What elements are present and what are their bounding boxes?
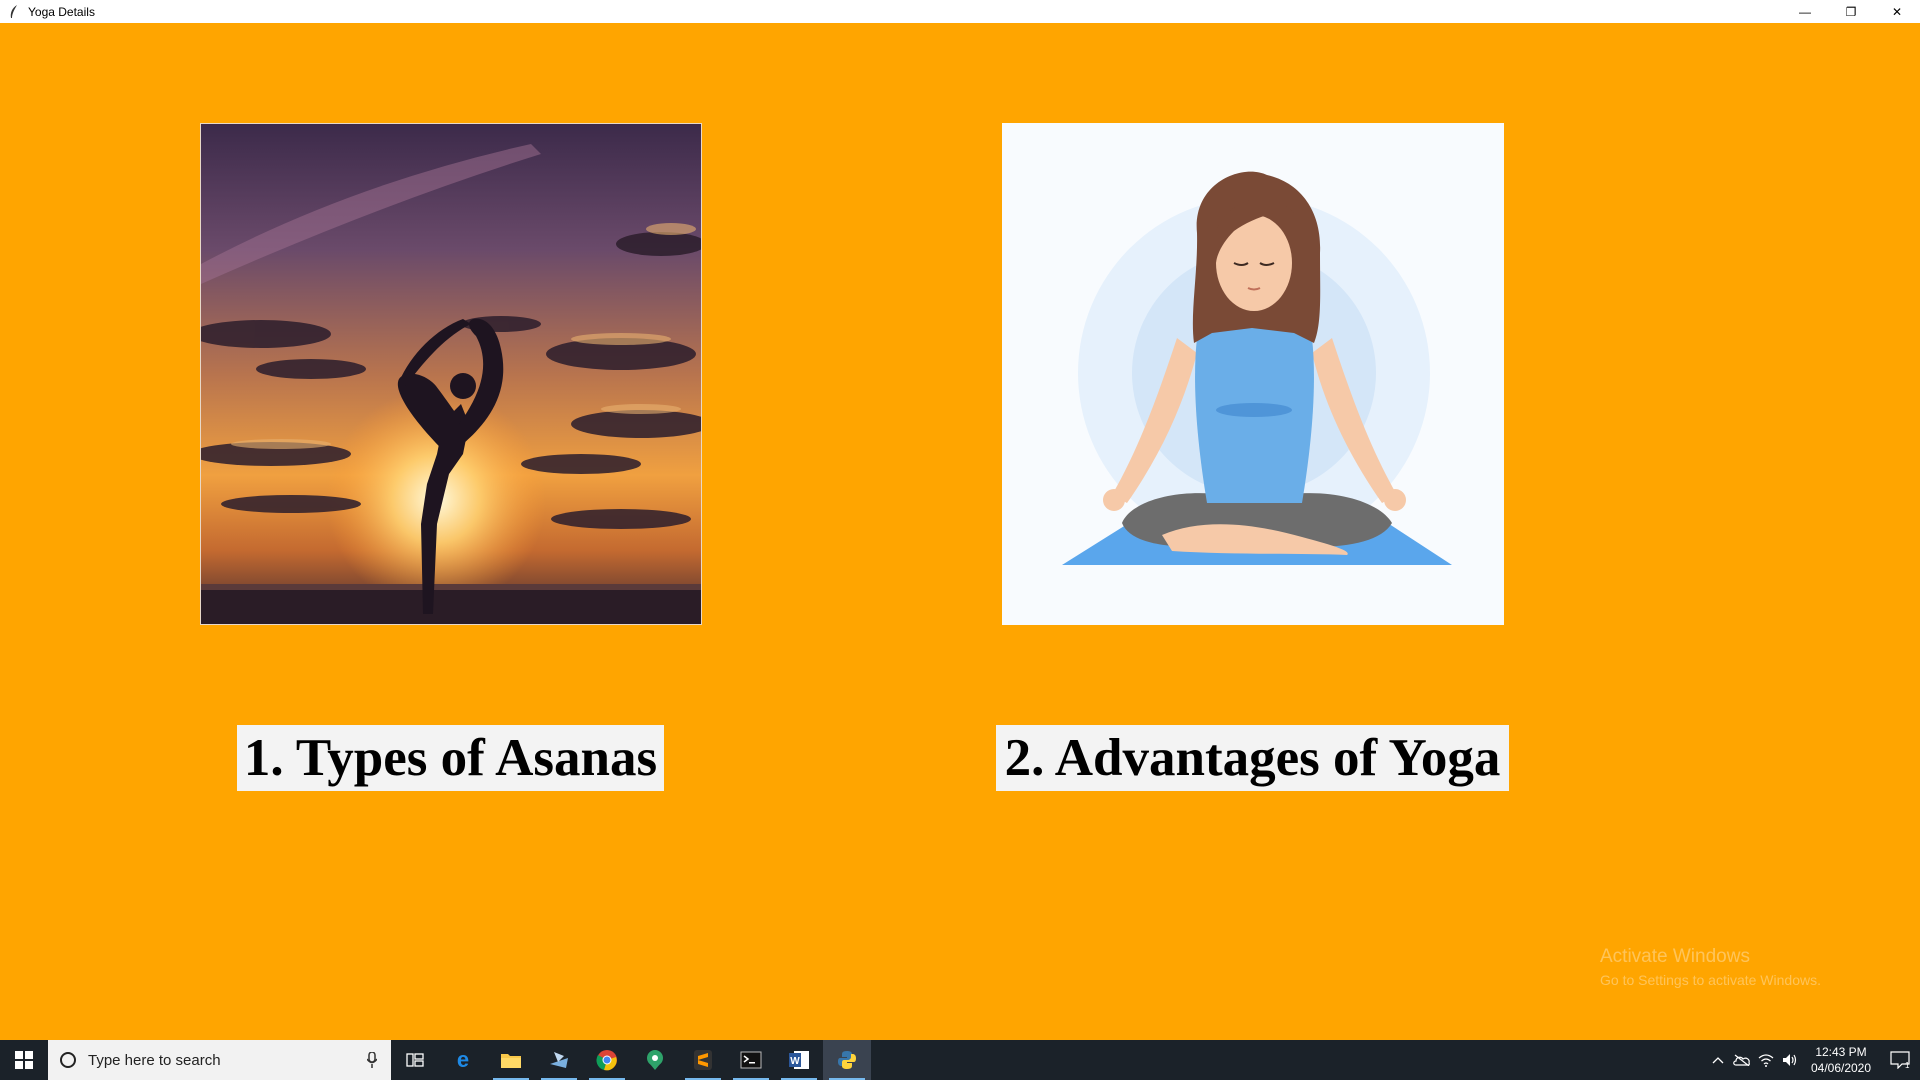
app-icon[interactable] <box>535 1040 583 1080</box>
chevron-up-icon[interactable] <box>1706 1040 1730 1080</box>
feather-icon <box>6 4 22 20</box>
edge-icon[interactable]: e <box>439 1040 487 1080</box>
watermark-subtitle: Go to Settings to activate Windows. <box>1600 972 1821 988</box>
onedrive-off-icon[interactable] <box>1730 1040 1754 1080</box>
restore-button[interactable]: ❐ <box>1828 0 1874 23</box>
advantages-of-yoga-button[interactable]: 2. Advantages of Yoga <box>996 725 1509 791</box>
window-title: Yoga Details <box>28 4 95 19</box>
wifi-icon[interactable] <box>1754 1040 1778 1080</box>
cortana-icon <box>60 1052 76 1068</box>
volume-icon[interactable] <box>1778 1040 1802 1080</box>
word-icon[interactable]: W <box>775 1040 823 1080</box>
task-view-icon[interactable] <box>391 1040 439 1080</box>
taskbar-search[interactable]: Type here to search <box>48 1040 391 1080</box>
sublime-icon[interactable] <box>679 1040 727 1080</box>
clock-time: 12:43 PM <box>1815 1045 1867 1059</box>
asanas-image[interactable] <box>200 123 702 625</box>
file-explorer-icon[interactable] <box>487 1040 535 1080</box>
activate-windows-watermark: Activate Windows Go to Settings to activ… <box>1600 946 1821 988</box>
svg-text:e: e <box>457 1049 469 1071</box>
minimize-button[interactable]: — <box>1782 0 1828 23</box>
svg-text:W: W <box>790 1056 800 1067</box>
microphone-icon[interactable] <box>366 1051 378 1073</box>
terminal-icon[interactable] <box>727 1040 775 1080</box>
types-of-asanas-button[interactable]: 1. Types of Asanas <box>237 725 664 791</box>
watermark-title: Activate Windows <box>1600 946 1750 967</box>
system-tray: 12:43 PM 04/06/2020 1 <box>1706 1040 1920 1080</box>
close-button[interactable]: ✕ <box>1874 0 1920 23</box>
start-button[interactable] <box>0 1040 48 1080</box>
notification-count: 1 <box>1905 1061 1910 1069</box>
taskbar: Type here to search e W 12:43 PM 04/06/2… <box>0 1040 1920 1080</box>
advantages-image[interactable] <box>1002 123 1504 625</box>
search-placeholder: Type here to search <box>88 1051 221 1069</box>
window-titlebar: Yoga Details — ❐ ✕ <box>0 0 1920 23</box>
maps-icon[interactable] <box>631 1040 679 1080</box>
notification-icon[interactable]: 1 <box>1880 1040 1920 1080</box>
clock-date: 04/06/2020 <box>1810 1061 1872 1075</box>
python-icon[interactable] <box>823 1040 871 1080</box>
windows-logo-icon <box>15 1051 33 1069</box>
taskbar-clock[interactable]: 12:43 PM 04/06/2020 <box>1802 1044 1880 1076</box>
chrome-icon[interactable] <box>583 1040 631 1080</box>
